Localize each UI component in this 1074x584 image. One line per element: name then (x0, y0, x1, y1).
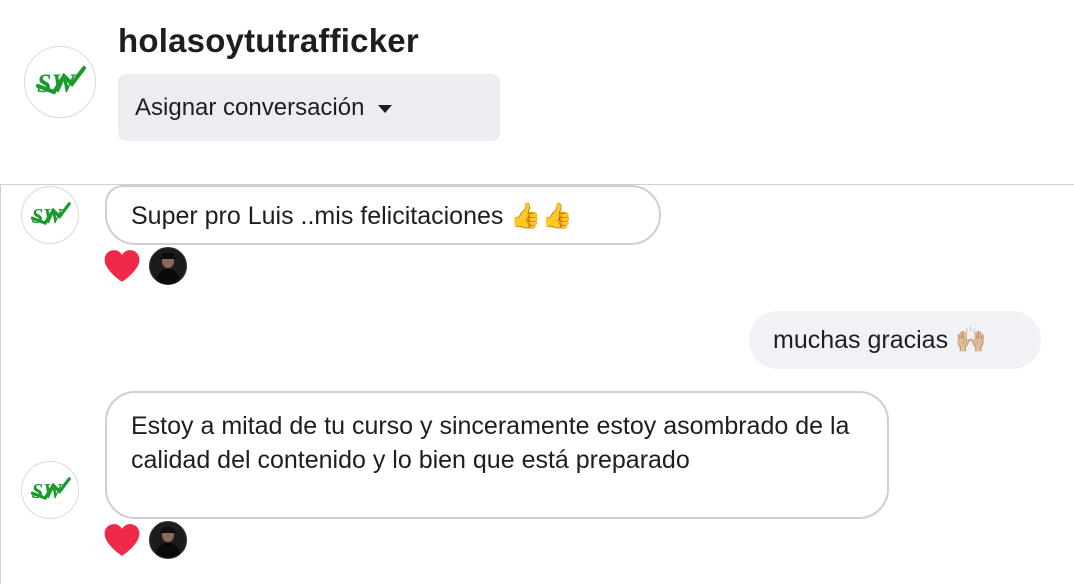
sw-logo-icon: SW (30, 202, 71, 228)
message-text: Estoy a mitad de tu curso y sinceramente… (131, 412, 850, 474)
reactor-avatar[interactable] (149, 521, 187, 559)
caret-down-icon (378, 104, 393, 113)
contact-avatar[interactable]: SW (24, 46, 96, 118)
reactor-avatar[interactable] (149, 247, 187, 285)
sender-avatar[interactable]: SW (21, 186, 79, 244)
assign-conversation-dropdown[interactable]: Asignar conversación (118, 74, 500, 141)
heart-icon (104, 524, 140, 556)
message-bubble-incoming[interactable]: Estoy a mitad de tu curso y sinceramente… (105, 391, 889, 519)
message-text: Super pro Luis ..mis felicitaciones 👍👍 (131, 202, 573, 230)
message-reactions[interactable] (103, 247, 187, 285)
sw-logo-icon: SW (30, 477, 71, 503)
message-reactions[interactable] (103, 521, 187, 559)
assign-conversation-label: Asignar conversación (135, 93, 365, 121)
message-bubble-incoming[interactable]: Super pro Luis ..mis felicitaciones 👍👍 (105, 185, 661, 245)
message-thread[interactable]: SW Super pro Luis ..mis felicitaciones 👍… (0, 184, 1074, 584)
sender-avatar[interactable]: SW (21, 461, 79, 519)
message-bubble-outgoing[interactable]: muchas gracias 🙌🏼 (749, 311, 1041, 369)
heart-icon (104, 250, 140, 282)
conversation-header: SW holasoytutrafficker Asignar conversac… (0, 0, 1074, 184)
sw-logo-icon: SW (36, 66, 86, 98)
contact-name: holasoytutrafficker (118, 22, 419, 59)
message-text: muchas gracias 🙌🏼 (773, 326, 987, 354)
